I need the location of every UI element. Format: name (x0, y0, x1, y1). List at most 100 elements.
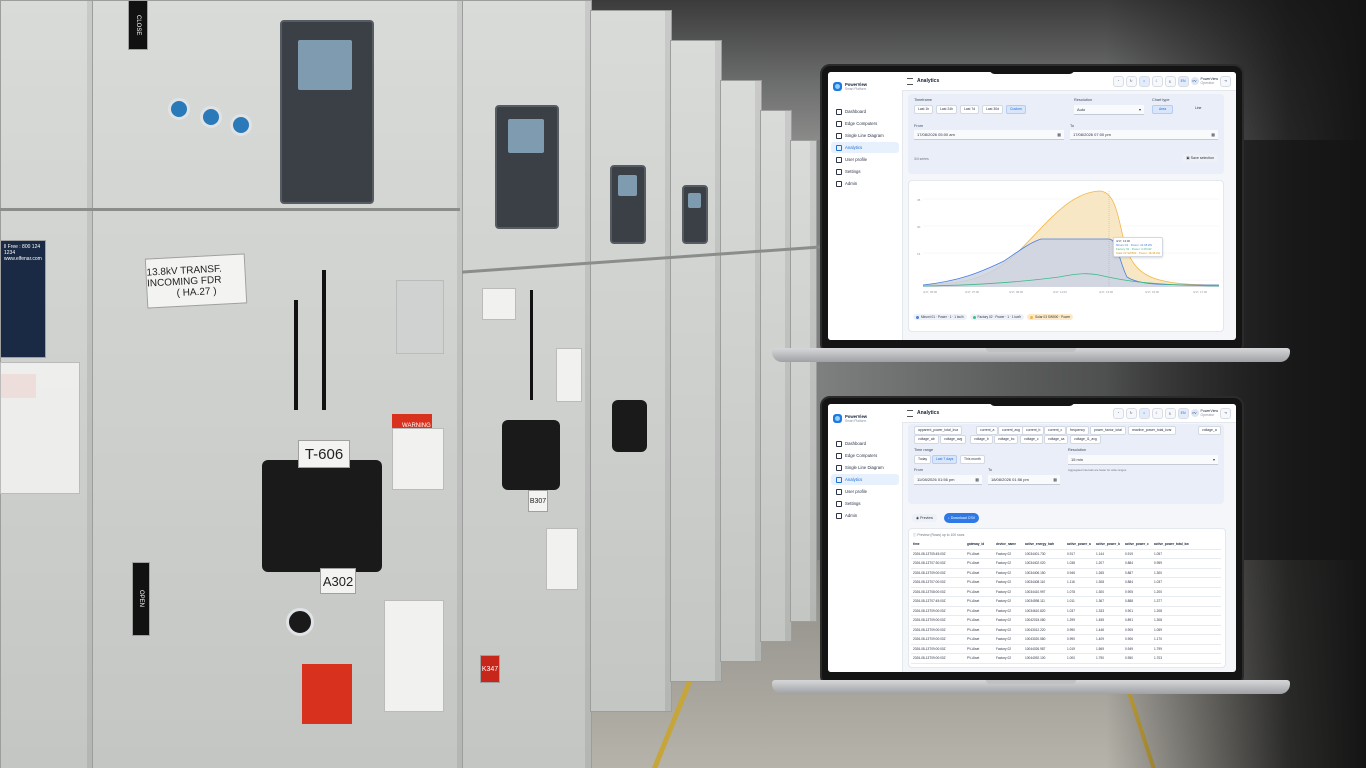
user-menu[interactable]: PV PowerView Operator (1190, 77, 1218, 85)
inspection-window (612, 400, 647, 452)
menu-icon[interactable] (907, 77, 913, 85)
calendar-icon[interactable]: ▦ (1053, 475, 1057, 485)
column-chip[interactable]: voltage_l1_avg (1070, 435, 1101, 444)
lang-en-button[interactable]: EN (1177, 407, 1189, 419)
column-chip[interactable]: voltage_ab (914, 435, 939, 444)
power-area-chart[interactable]: 45 30 15 4/17, 05:00 4/17, 07:00 4/17, 0… (909, 181, 1223, 311)
refresh-icon[interactable]: ↻ (1125, 407, 1137, 419)
table-cell: 1.170 (1154, 637, 1162, 642)
logout-icon[interactable]: ⇥ (1220, 407, 1231, 419)
column-chip[interactable]: voltage_bc (994, 435, 1019, 444)
moon-icon[interactable]: ☾ (1151, 407, 1163, 419)
sidebar-item-single-line-diagram[interactable]: Single Line Diagram (831, 462, 899, 473)
resolution-select[interactable]: 15 min ▾ (1068, 455, 1218, 465)
sidebar-nav: Dashboard Edge Computers Single Line Dia… (828, 438, 902, 521)
to-input[interactable]: 17/08/2026 07:00 pm ▦ (1070, 130, 1218, 140)
table-cell: 1.299 (1067, 618, 1075, 623)
sun-icon[interactable]: ☼ (1138, 407, 1150, 419)
user-menu[interactable]: PV PowerView Operator (1190, 409, 1218, 417)
time-range-option-selected[interactable]: Last 7 days (932, 455, 958, 464)
camera-notch (989, 398, 1075, 406)
table-cell: 0.884 (1125, 561, 1133, 566)
column-chip[interactable]: voltage_avg (940, 435, 967, 444)
protection-relay (610, 165, 646, 244)
table-cell: 0.919 (1125, 551, 1133, 556)
table-cell: 1.367 (1096, 599, 1104, 604)
page-title: Analytics (917, 78, 940, 84)
time-range-option[interactable]: Today (914, 455, 932, 464)
sidebar-item-dashboard[interactable]: Dashboard (831, 438, 899, 449)
column-chip[interactable]: voltage_ca (1044, 435, 1069, 444)
sidebar-item-dashboard[interactable]: Dashboard (831, 106, 899, 117)
table-cell: 10043012.220 (1025, 627, 1046, 632)
from-input[interactable]: 17/08/2026 05:00 am ▦ (914, 130, 1064, 140)
download-csv-button[interactable]: ↓ Download CSV (944, 513, 980, 523)
sidebar-item-user-profile[interactable]: User profile (831, 486, 899, 497)
timeframe-option[interactable]: Last 30d (982, 105, 1004, 114)
from-label: From (914, 468, 923, 472)
column-chip[interactable]: current_b (1022, 426, 1045, 435)
timeframe-option[interactable]: Last 7d (960, 105, 980, 114)
sidebar-item-settings[interactable]: Settings (831, 498, 899, 509)
sidebar-item-analytics[interactable]: Analytics (831, 142, 899, 153)
bell-icon[interactable]: ◔ (1112, 407, 1124, 419)
column-chip[interactable]: voltage_c (1020, 435, 1043, 444)
timeframe-option[interactable]: Last 1h (914, 105, 934, 114)
calendar-icon[interactable]: ▦ (1211, 130, 1215, 140)
table-cell: 1.116 (1067, 580, 1075, 585)
sidebar-item-analytics[interactable]: Analytics (831, 474, 899, 485)
table-cell: 0.901 (1125, 608, 1133, 613)
table-cell: 2026-08-13T09:00:00Z (913, 570, 946, 575)
lang-ar-button[interactable]: ع (1164, 407, 1176, 419)
sidebar-item-edge-computers[interactable]: Edge Computers (831, 450, 899, 461)
table-cell: Factory 02 (996, 656, 1012, 661)
bell-icon[interactable]: ◔ (1112, 75, 1124, 87)
preview-button[interactable]: ◉ Preview (912, 514, 937, 522)
column-chip[interactable]: current_avg (998, 426, 1024, 435)
from-input[interactable]: 11/08/2026 01:56 pm ▦ (914, 475, 982, 485)
column-chip[interactable]: current_c (1044, 426, 1067, 435)
legend-item[interactable]: Solar 03 SW500 · Power (1027, 314, 1074, 320)
legend-item[interactable]: Factory 02 · Power · 1 · 1 kw/h (969, 314, 1025, 320)
grid-icon (836, 108, 842, 115)
chart-type-line[interactable]: Line (1192, 105, 1204, 112)
sidebar-item-admin[interactable]: Admin (831, 178, 899, 189)
avatar: PV (1190, 409, 1199, 417)
column-chip[interactable]: voltage_b (970, 435, 993, 444)
calendar-icon[interactable]: ▦ (1057, 130, 1061, 140)
timeframe-option-custom[interactable]: Custom (1006, 105, 1026, 114)
refresh-icon[interactable]: ↻ (1125, 75, 1137, 87)
time-range-option[interactable]: This month (960, 455, 985, 464)
menu-icon[interactable] (907, 409, 913, 417)
notice-paper (384, 600, 444, 712)
moon-icon[interactable]: ☾ (1151, 75, 1163, 87)
column-chip[interactable]: apparent_power_total_kva (914, 426, 962, 435)
table-cell: 1.308 (1154, 618, 1162, 623)
sidebar-item-user-profile[interactable]: User profile (831, 154, 899, 165)
table-cell: PV-Alset (967, 627, 980, 632)
sun-icon[interactable]: ☼ (1138, 75, 1150, 87)
sidebar-item-settings[interactable]: Settings (831, 166, 899, 177)
to-input[interactable]: 18/08/2026 01:56 pm ▦ (988, 475, 1060, 485)
table-cell: Factory 02 (996, 589, 1012, 594)
legend-item[interactable]: Mirumi 01 · Power · 1 · 1 kw/h (913, 314, 967, 320)
timeframe-option[interactable]: Last 24h (936, 105, 958, 114)
export-filter-card: apparent_power_total_kva current_a curre… (908, 424, 1224, 504)
column-chip[interactable]: frequency (1066, 426, 1089, 435)
resolution-select[interactable]: Auto ▾ (1074, 105, 1144, 115)
calendar-icon[interactable]: ▦ (975, 475, 979, 485)
column-chip[interactable]: voltage_a (1198, 426, 1221, 435)
sidebar-item-admin[interactable]: Admin (831, 510, 899, 521)
logout-icon[interactable]: ⇥ (1220, 75, 1231, 87)
lang-ar-button[interactable]: ع (1164, 75, 1176, 87)
column-chip[interactable]: current_a (976, 426, 999, 435)
column-chip[interactable]: reactive_power_total_kvar (1128, 426, 1176, 435)
sidebar-item-edge-computers[interactable]: Edge Computers (831, 118, 899, 129)
save-selection-button[interactable]: ▣ Save selection (1182, 154, 1218, 162)
chart-type-area[interactable]: Area (1152, 105, 1174, 114)
table-cell: 0.959 (1154, 561, 1162, 566)
column-chip[interactable]: power_factor_total (1090, 426, 1126, 435)
notice-paper (556, 348, 582, 402)
sidebar-item-single-line-diagram[interactable]: Single Line Diagram (831, 130, 899, 141)
lang-en-button[interactable]: EN (1177, 75, 1189, 87)
